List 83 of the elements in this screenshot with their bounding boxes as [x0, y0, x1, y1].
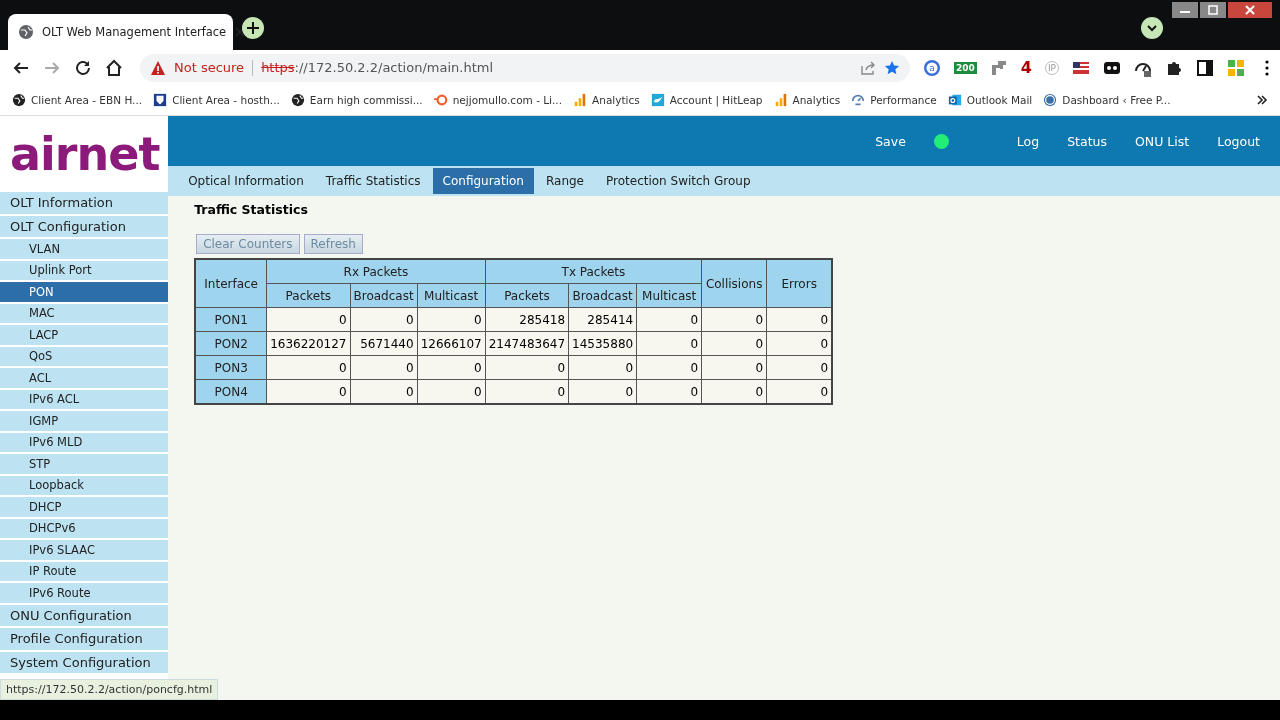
close-icon[interactable] [234, 26, 247, 38]
shield-icon [153, 93, 168, 107]
sidebar-item[interactable]: IPv6 ACL [0, 389, 169, 411]
bookmark[interactable]: Client Area - EBN H... [12, 93, 143, 107]
sidebar-item[interactable]: Profile Configuration [0, 628, 169, 652]
globe-icon [12, 93, 26, 107]
extension-badge[interactable]: 4 [1020, 58, 1032, 77]
sidebar-item[interactable]: DHCP [0, 497, 169, 519]
globe-icon [290, 93, 305, 107]
sidebar-item[interactable]: VLAN [0, 239, 169, 261]
sidebar-item[interactable]: IGMP [0, 411, 169, 433]
minimize-icon[interactable] [1172, 2, 1198, 18]
bookmark[interactable]: Analytics [773, 93, 841, 107]
save-link[interactable]: Save [875, 133, 906, 149]
bookmark[interactable]: Client Area - hosth... [153, 93, 280, 107]
row-header: PON3 [195, 355, 267, 380]
sidebar-item[interactable]: MAC [0, 303, 169, 325]
sidebar-item[interactable]: IPv6 SLAAC [0, 540, 169, 562]
side-panel-icon[interactable] [1196, 58, 1215, 77]
share-icon[interactable] [860, 59, 876, 76]
extension-badge[interactable]: 200 [954, 61, 977, 74]
sidebar-item[interactable]: STP [0, 454, 169, 476]
column-header: Errors [766, 259, 833, 308]
reload-icon[interactable] [74, 58, 92, 77]
column-group-header: Tx Packets [485, 259, 702, 284]
sidebar-item[interactable]: ONU Configuration [0, 604, 169, 628]
column-header: Interface [195, 259, 267, 308]
sidebar-item[interactable]: PON [0, 282, 169, 304]
new-tab-icon[interactable] [241, 16, 265, 40]
sidebar-item[interactable]: IPv6 Route [0, 583, 169, 605]
sidebar-item[interactable]: QoS [0, 346, 169, 368]
table-cell: 0 [485, 379, 569, 404]
tab[interactable]: Configuration [432, 168, 534, 194]
more-bookmarks-icon[interactable] [1256, 94, 1268, 106]
sidebar-item[interactable]: OLT Information [0, 192, 169, 216]
gauge-icon [851, 93, 866, 107]
circle-icon [1043, 93, 1058, 107]
bookmark[interactable]: Dashboard ‹ Free P... [1043, 93, 1171, 107]
header-link[interactable]: Status [1067, 133, 1107, 149]
bar-chart-icon [773, 93, 788, 107]
row-header: PON4 [195, 379, 267, 404]
section-title: Traffic Statistics [194, 202, 309, 217]
status-url: https://172.50.2.2/action/poncfg.html [0, 679, 219, 700]
sidebar-item[interactable]: LACP [0, 325, 169, 347]
sidebar-item[interactable]: IP Route [0, 561, 169, 583]
tab[interactable]: Range [535, 168, 594, 194]
star-icon[interactable] [884, 59, 900, 76]
bookmark[interactable]: Analytics [573, 93, 640, 107]
address-bar[interactable]: Not secure https://172.50.2.2/action/main.html [140, 53, 910, 82]
mail-icon [947, 93, 962, 107]
column-group-header: Rx Packets [266, 259, 486, 284]
tab-title: OLT Web Management Interface [42, 25, 227, 39]
sidebar-item[interactable]: OLT Configuration [0, 215, 169, 239]
sidebar-item[interactable]: Loopback [0, 475, 169, 497]
bookmark[interactable]: Earn high commissi... [290, 93, 423, 107]
sidebar-item[interactable]: System Configuration [0, 651, 169, 675]
sidebar-item[interactable]: ACL [0, 368, 169, 390]
tab[interactable]: Protection Switch Group [596, 168, 761, 194]
maximize-icon[interactable] [1200, 2, 1226, 18]
bookmark[interactable]: Account | HitLeap [650, 93, 763, 107]
bird-icon [650, 93, 665, 107]
warning-icon [150, 59, 166, 76]
sidebar-item[interactable]: DHCPv6 [0, 518, 169, 540]
tab[interactable]: Traffic Statistics [315, 168, 431, 194]
row-header: PON1 [195, 307, 267, 332]
row-header: PON2 [195, 331, 267, 356]
home-icon[interactable] [105, 58, 123, 77]
header-link[interactable]: Log [1016, 133, 1040, 149]
tab[interactable]: Optical Information [178, 168, 314, 194]
bookmark[interactable]: Performance [851, 93, 937, 107]
bookmark[interactable]: nejjomullo.com - Li... [433, 93, 563, 107]
header-link[interactable]: Logout [1217, 133, 1260, 149]
sidebar-item[interactable]: IPv6 MLD [0, 432, 169, 454]
swirl-icon [433, 93, 448, 107]
extension-icon[interactable]: a [923, 58, 941, 77]
chevron-icon[interactable] [1140, 16, 1164, 40]
table-cell: 0 [266, 379, 350, 404]
column-header: Collisions [701, 259, 767, 308]
header-link[interactable]: ONU List [1135, 133, 1190, 149]
bar-chart-icon [573, 93, 588, 107]
sidebar-item[interactable]: Uplink Port [0, 260, 169, 282]
globe-icon [18, 24, 34, 40]
bookmark[interactable]: Outlook Mail [947, 93, 1033, 107]
